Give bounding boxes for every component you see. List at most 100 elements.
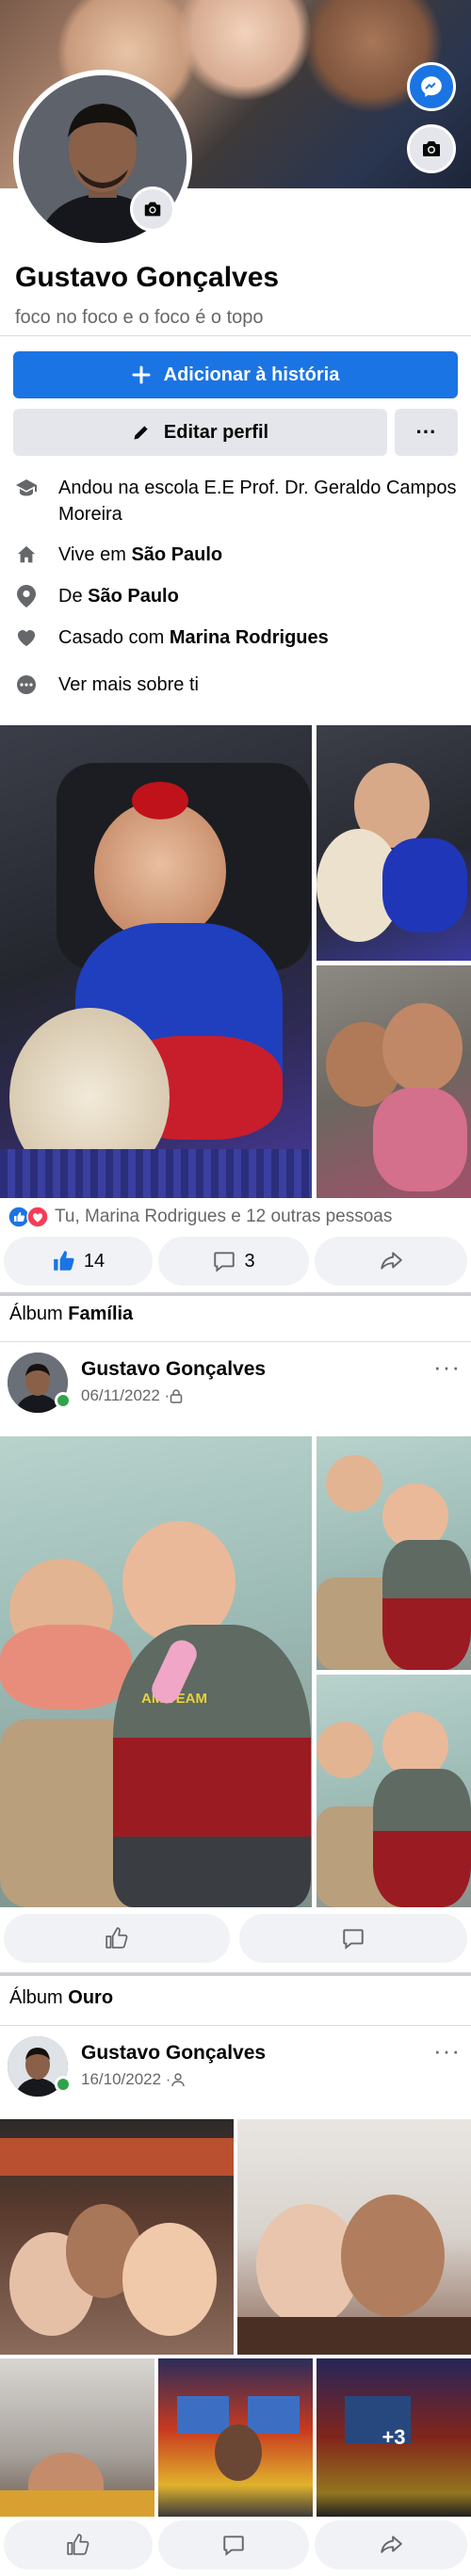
ride-base — [0, 2490, 154, 2517]
arcade-sign — [0, 2138, 234, 2176]
see-more-about-label: Ver mais sobre ti — [58, 674, 199, 695]
edit-cover-photo-button[interactable] — [407, 124, 456, 173]
detail-relationship-partner[interactable]: Marina Rodrigues — [170, 627, 329, 648]
more-photos-overlay[interactable]: +3 — [317, 2358, 471, 2517]
section-divider — [0, 1292, 471, 1296]
edit-profile-label: Editar perfil — [163, 421, 269, 443]
post2-photo-4[interactable] — [158, 2358, 313, 2517]
messenger-icon — [421, 76, 442, 97]
detail-education: Andou na escola E.E Prof. Dr. Geraldo Ca… — [13, 475, 465, 527]
post2-photo-1[interactable] — [0, 2119, 234, 2355]
pencil-icon — [134, 426, 148, 440]
comment-count: 3 — [244, 1250, 255, 1272]
add-to-story-label: Adicionar à história — [163, 364, 340, 385]
divider — [0, 2025, 471, 2026]
post2-comment-button[interactable] — [158, 2520, 309, 2569]
plus-icon — [132, 365, 151, 384]
love-reaction-icon — [26, 1206, 49, 1228]
detail-hometown: De São Paulo — [13, 583, 465, 609]
post-author-name[interactable]: Gustavo Gonçalves — [81, 1358, 266, 1381]
album-name: Ouro — [68, 1987, 114, 2008]
thumbs-up-icon — [106, 1927, 128, 1949]
post-photo-main[interactable]: AM TEAM — [0, 1436, 312, 1907]
baby-outfit — [373, 1769, 471, 1907]
baby-face — [122, 2223, 217, 2336]
child-face — [326, 1455, 382, 1512]
post-meta: 06/11/2022 · — [81, 1386, 183, 1405]
post2-photo-3[interactable] — [0, 2358, 154, 2517]
detail-relationship: Casado com Marina Rodrigues — [13, 624, 465, 651]
lock-icon — [170, 1389, 183, 1403]
add-to-story-button[interactable]: Adicionar à história — [13, 351, 458, 398]
detail-lives-prefix: Vive em — [58, 544, 126, 565]
reactions-text: Tu, Marina Rodrigues e 12 outras pessoas — [55, 1207, 393, 1226]
share-button[interactable] — [315, 1237, 467, 1286]
baby-outfit — [113, 1625, 311, 1907]
comment-button[interactable]: 3 — [158, 1237, 309, 1286]
detail-current-city: Vive em São Paulo — [13, 542, 465, 568]
post-date[interactable]: 16/10/2022 · — [81, 2070, 171, 2089]
detail-relationship-prefix: Casado com — [58, 627, 165, 648]
divider — [0, 335, 471, 336]
arcade-screen — [248, 2396, 300, 2434]
featured-photo-main[interactable] — [0, 725, 312, 1198]
edit-profile-picture-button[interactable] — [130, 186, 175, 232]
comment-icon — [343, 1929, 364, 1950]
featured-photo-bottom-right[interactable] — [317, 965, 471, 1198]
post2-like-button[interactable] — [4, 2520, 153, 2569]
post2-photo-2[interactable] — [237, 2119, 471, 2355]
divider — [0, 1341, 471, 1342]
like-count: 14 — [83, 1250, 106, 1272]
share-icon — [381, 1252, 402, 1270]
featured-photo-top-right[interactable] — [317, 725, 471, 961]
more-options-label: ··· — [415, 420, 437, 444]
section-divider — [0, 1972, 471, 1976]
blanket — [0, 1149, 312, 1198]
detail-education-text: Andou na escola E.E Prof. Dr. Geraldo Ca… — [58, 478, 457, 525]
detail-from-city[interactable]: São Paulo — [88, 586, 179, 607]
album-title-familia[interactable]: Álbum Família — [9, 1304, 133, 1325]
graduation-cap-icon — [13, 475, 40, 501]
album-title-ouro[interactable]: Álbum Ouro — [9, 1987, 113, 2009]
arcade-screen — [177, 2396, 229, 2434]
album-name: Família — [68, 1304, 134, 1324]
detail-lives-city[interactable]: São Paulo — [131, 544, 222, 565]
post2-share-button[interactable] — [315, 2520, 467, 2569]
person-head — [215, 2424, 262, 2481]
pink-sleeve — [0, 1625, 132, 1709]
reactions-summary[interactable]: Tu, Marina Rodrigues e 12 outras pessoas — [8, 1206, 392, 1228]
pink-shirt — [373, 1088, 467, 1191]
profile-name: Gustavo Gonçalves — [15, 262, 280, 293]
post1-like-button[interactable] — [4, 1914, 230, 1963]
see-more-about-link[interactable]: Ver mais sobre ti — [13, 672, 465, 698]
thumbs-up-icon — [54, 1251, 74, 1271]
online-status-dot — [55, 2076, 72, 2093]
heart-icon — [13, 624, 40, 651]
red-bow — [132, 782, 188, 819]
post-author-name[interactable]: Gustavo Gonçalves — [81, 2042, 266, 2065]
post-meta: 16/10/2022 · — [81, 2070, 186, 2089]
post-menu-button[interactable]: ··· — [433, 1353, 461, 1382]
friends-icon — [171, 2073, 186, 2087]
camera-icon — [423, 141, 440, 156]
post2-photo-5[interactable]: +3 — [317, 2358, 471, 2517]
more-options-button[interactable]: ··· — [395, 409, 458, 456]
post-menu-button[interactable]: ··· — [433, 2036, 461, 2066]
cover-face-woman — [179, 0, 311, 104]
edit-profile-button[interactable]: Editar perfil — [13, 409, 387, 456]
ellipsis-icon — [13, 672, 40, 698]
location-pin-icon — [13, 583, 40, 609]
post-photo-bottom-right[interactable] — [317, 1675, 471, 1907]
comment-icon — [223, 2535, 244, 2556]
child-face — [317, 1722, 373, 1778]
like-button[interactable]: 14 — [4, 1237, 153, 1286]
post-photo-top-right[interactable] — [317, 1436, 471, 1670]
messenger-button[interactable] — [407, 62, 456, 111]
post-date[interactable]: 06/11/2022 · — [81, 1386, 170, 1405]
child-face — [382, 1003, 463, 1093]
profile-bio: foco no foco e o foco é o topo — [15, 307, 264, 328]
post1-comment-button[interactable] — [239, 1914, 467, 1963]
child-face — [94, 801, 226, 942]
share-icon — [381, 2535, 402, 2553]
online-status-dot — [55, 1392, 72, 1409]
